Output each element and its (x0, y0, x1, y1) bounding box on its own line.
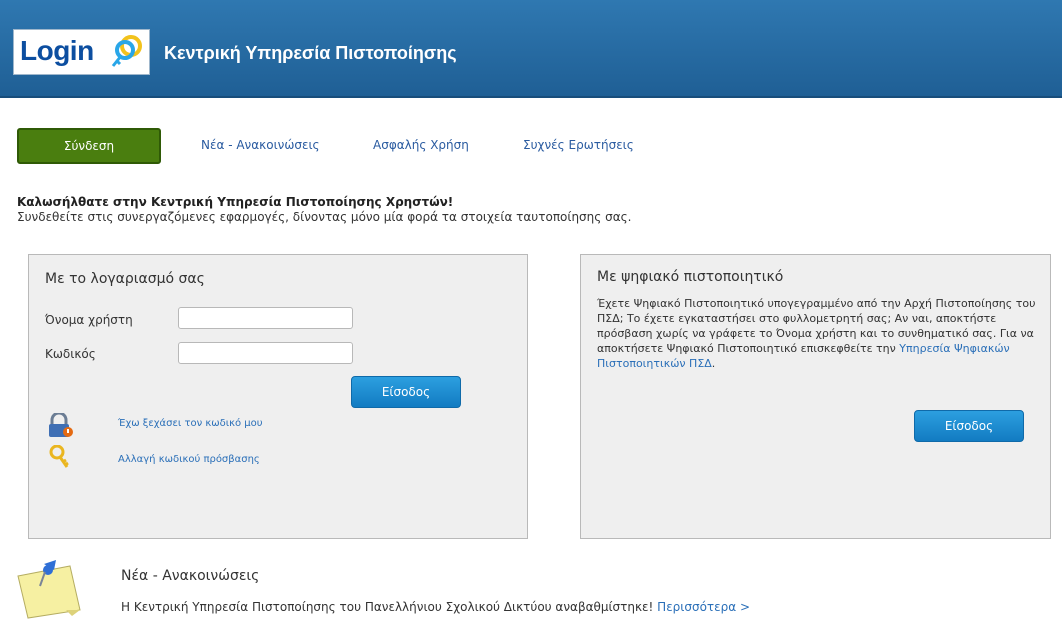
username-label: Όνομα χρήστη (45, 313, 133, 327)
lock-icon (49, 413, 73, 437)
tab-faq[interactable]: Συχνές Ερωτήσεις (523, 138, 634, 152)
username-input[interactable] (178, 307, 353, 329)
certificate-login-panel: Με ψηφιακό πιστοποιητικό Έχετε Ψηφιακό Π… (580, 254, 1051, 539)
news-title: Νέα - Ανακοινώσεις (121, 568, 260, 584)
news-text: Η Κεντρική Υπηρεσία Πιστοποίησης του Παν… (121, 600, 751, 614)
tab-news[interactable]: Νέα - Ανακοινώσεις (201, 138, 320, 152)
welcome-title: Καλωσήλθατε στην Κεντρική Υπηρεσία Πιστο… (17, 195, 454, 209)
tab-safe-use[interactable]: Ασφαλής Χρήση (373, 138, 469, 152)
welcome-subtitle: Συνδεθείτε στις συνεργαζόμενες εφαρμογές… (17, 210, 632, 224)
read-more-link[interactable]: Περισσότερα > (657, 600, 750, 614)
certificate-panel-title: Με ψηφιακό πιστοποιητικό (597, 269, 784, 285)
certificate-description: Έχετε Ψηφιακό Πιστοποιητικό υπογεγραμμέν… (597, 297, 1036, 370)
password-input[interactable] (178, 342, 353, 364)
account-login-panel: Με το λογαριασμό σας Όνομα χρήστη Κωδικό… (28, 254, 528, 539)
account-panel-title: Με το λογαριασμό σας (45, 271, 205, 287)
page-title: Κεντρική Υπηρεσία Πιστοποίησης (164, 43, 457, 63)
welcome-block: Καλωσήλθατε στην Κεντρική Υπηρεσία Πιστο… (17, 195, 632, 225)
keys-logo-icon (111, 35, 142, 67)
password-label: Κωδικός (45, 347, 96, 361)
logo-text: Login (20, 35, 94, 66)
sticky-note-icon (17, 560, 81, 619)
certificate-login-button[interactable]: Είσοδος (914, 410, 1024, 442)
logo[interactable]: Login (13, 29, 150, 75)
key-icon (49, 445, 69, 468)
header-bar: Login Κεντρική Υπηρεσία Πιστοποίησης (0, 0, 1062, 98)
forgot-password-link[interactable]: Έχω ξεχάσει τον κωδικό μου (118, 418, 263, 429)
tab-login[interactable]: Σύνδεση (17, 128, 161, 164)
change-password-link[interactable]: Αλλαγή κωδικού πρόσβασης (118, 454, 260, 465)
account-login-button[interactable]: Είσοδος (351, 376, 461, 408)
